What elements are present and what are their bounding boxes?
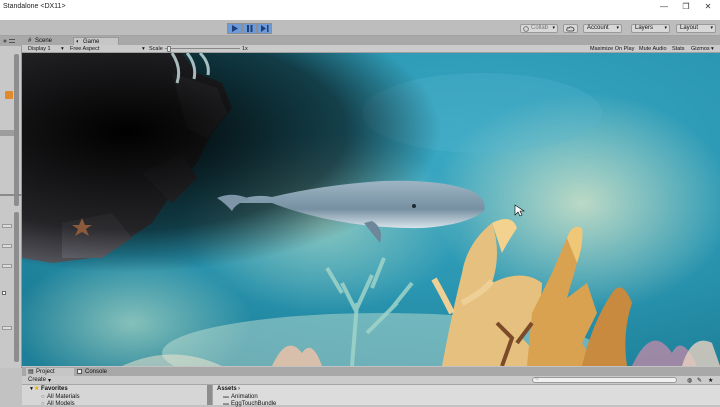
scale-label: Scale [149,46,163,52]
side-input[interactable] [2,224,12,228]
favorites-label: Favorites [41,386,68,392]
scale-slider-thumb[interactable] [167,46,171,52]
minimize-button[interactable]: — [654,1,674,13]
collab-icon [523,25,529,32]
collab-label: Collab [531,25,549,31]
collab-dropdown[interactable]: Collab ▾ [520,24,558,33]
bottom-tabstrip: ▤ Project Console [22,367,720,376]
favorites-item[interactable]: All Models [47,401,75,407]
chevron-right-icon: › [238,386,240,392]
side-checkbox[interactable] [2,291,6,295]
chevron-down-icon[interactable]: ▾ [48,377,51,384]
tab-console-label: Console [85,369,108,375]
create-dropdown[interactable]: Create [28,377,46,383]
folder-icon: ▬ [223,394,229,400]
layout-label: Layout [680,25,699,31]
favorites-item[interactable]: All Materials [47,394,80,400]
side-divider [0,130,14,136]
cloud-button[interactable] [563,24,578,33]
window-title: Standalone <DX11> [3,3,66,10]
folder-icon: ▤ [28,369,34,375]
window-titlebar: Standalone <DX11> — ❐ ✕ [0,0,720,20]
tab-project-label: Project [36,369,55,375]
tab-console[interactable]: Console [76,368,122,376]
maximize-on-play-toggle[interactable]: Maximize On Play [590,45,634,53]
pause-icon [247,25,253,32]
chevron-down-icon: ▾ [552,25,555,31]
assets-breadcrumb[interactable]: Assets [217,386,237,392]
step-icon [260,25,268,32]
step-button[interactable] [257,23,272,34]
asset-item[interactable]: EggTouchBundle [231,401,276,407]
side-scrollbar[interactable] [14,54,19,206]
filter-label-icon[interactable]: ✎ [697,377,702,384]
layers-dropdown[interactable]: Layers ▾ [631,24,670,33]
restore-button[interactable]: ❐ [676,1,696,13]
collapsed-side-panel [0,46,22,368]
tab-project[interactable]: ▤ Project [26,368,74,376]
assets-pane: Assets › ▬ Animation ▬ EggTouchBundle [207,385,720,407]
underwater-scene [22,53,720,366]
search-icon: ○ [535,376,539,382]
console-icon [77,369,82,374]
play-icon [232,25,238,32]
scale-value: 1x [242,46,248,52]
account-dropdown[interactable]: Account ▾ [583,24,622,33]
side-scrollbar[interactable] [14,212,19,362]
stats-toggle[interactable]: Stats [672,45,685,53]
side-input[interactable] [2,326,12,330]
play-button[interactable] [227,23,242,34]
chevron-down-icon: ▾ [664,25,667,31]
search-input[interactable]: ○ [532,376,677,383]
side-input[interactable] [2,244,12,248]
close-button[interactable]: ✕ [698,1,718,13]
mute-audio-toggle[interactable]: Mute Audio [639,45,667,53]
favorites-pane: ▼ ★ Favorites ○ All Materials ○ All Mode… [22,385,208,407]
star-icon: ★ [34,386,40,392]
asset-item[interactable]: Animation [231,394,258,400]
asset-thumbnail-icon [5,91,13,99]
project-toolbar: Create ▾ ○ ◍ ✎ ★ [22,376,720,385]
pane-scrollbar[interactable] [207,385,212,405]
search-icon: ○ [41,394,45,400]
search-icon: ○ [41,401,45,407]
aspect-dropdown[interactable]: Free Aspect [70,45,99,53]
panel-menu-icon[interactable] [2,37,16,45]
chevron-down-icon[interactable]: ▾ [142,45,145,53]
scale-slider-track[interactable] [165,48,240,49]
play-controls [227,23,272,34]
layers-label: Layers [635,25,654,31]
chevron-down-icon[interactable]: ▾ [711,45,714,53]
game-viewport[interactable] [22,53,720,366]
chevron-down-icon: ▾ [710,25,713,31]
pause-button[interactable] [242,23,257,34]
star-icon[interactable]: ★ [708,377,713,384]
tab-scene-label: Scene [35,38,53,44]
filter-type-icon[interactable]: ◍ [687,377,692,384]
game-control-bar: Display 1 ▾ Free Aspect ▾ Scale 1x Maxim… [22,45,720,53]
layout-dropdown[interactable]: Layout ▾ [676,24,716,33]
gizmos-dropdown[interactable]: Gizmos [691,45,710,53]
side-input[interactable] [2,264,12,268]
folder-icon: ▬ [223,401,229,407]
chevron-down-icon[interactable]: ▾ [61,45,64,53]
main-toolbar: Collab ▾ Account ▾ Layers ▾ Layout ▾ [0,20,720,36]
cloud-icon [566,25,575,31]
side-divider [0,194,22,196]
display-dropdown[interactable]: Display 1 [28,45,51,53]
account-label: Account [587,25,609,31]
chevron-down-icon: ▾ [616,25,619,31]
